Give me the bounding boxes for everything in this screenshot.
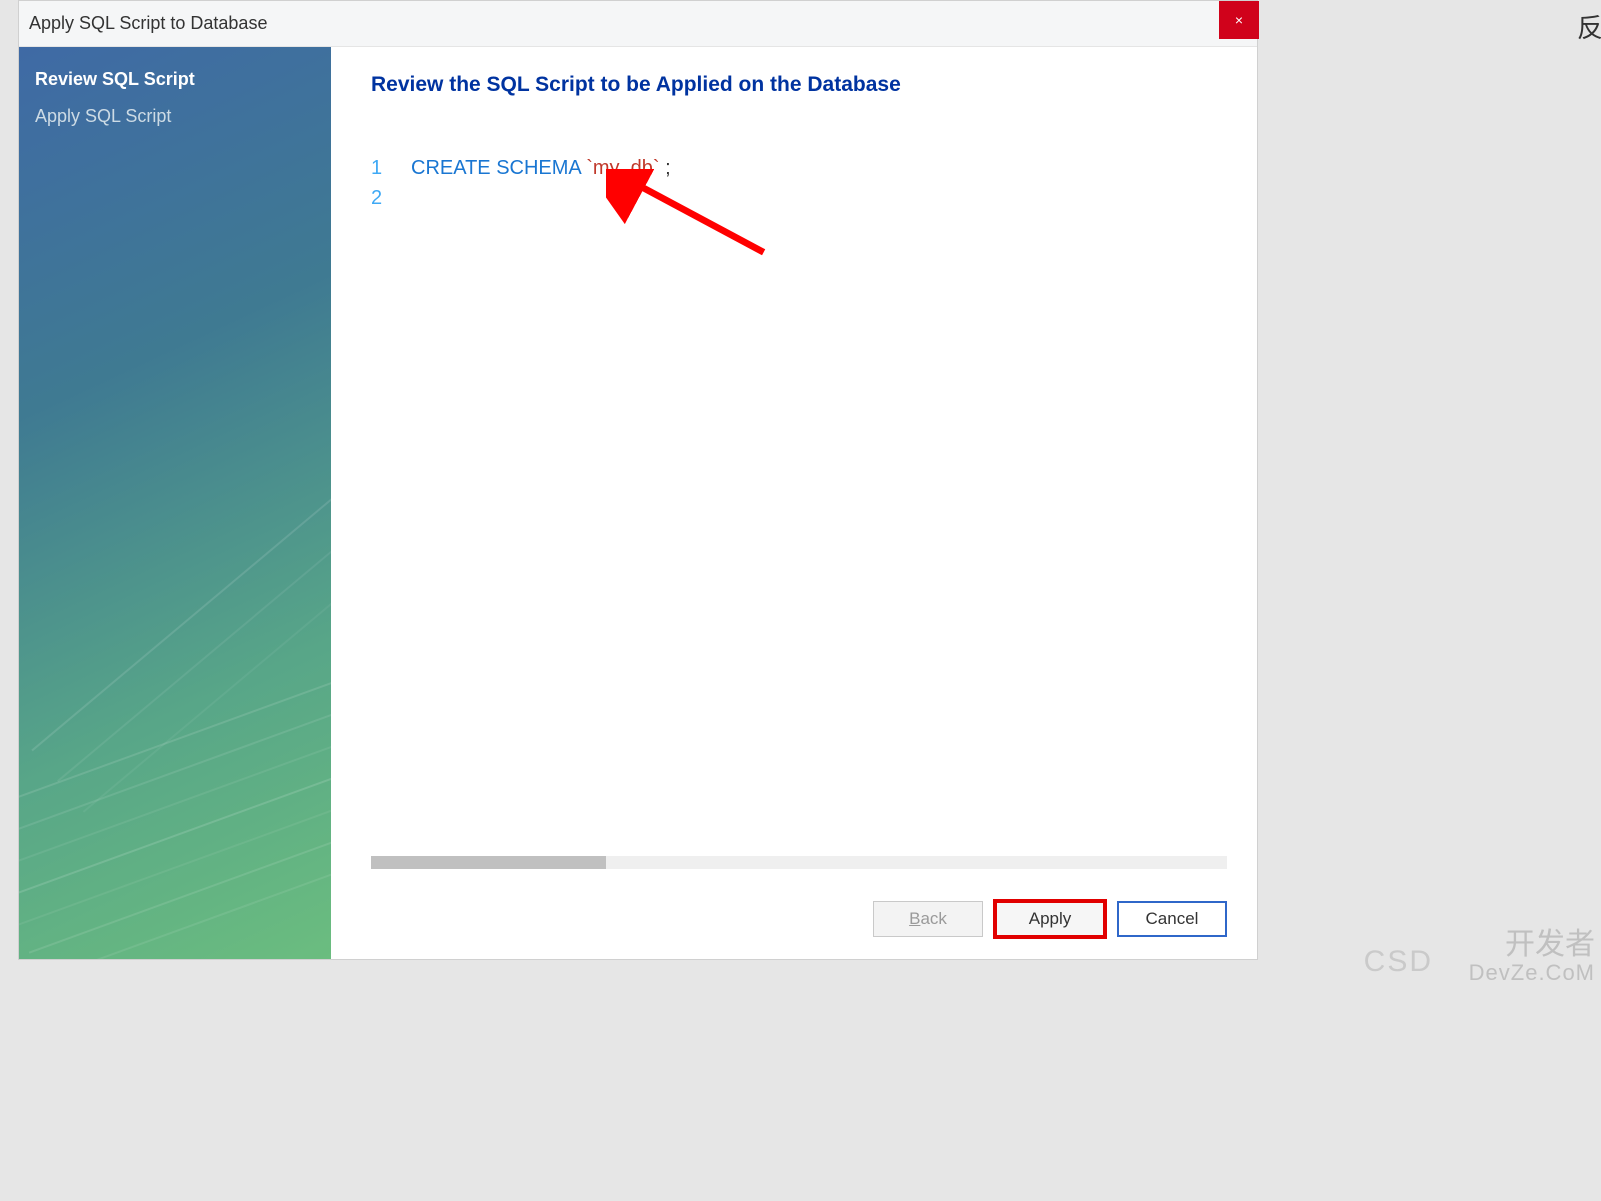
dialog-body: Review SQL Script Apply SQL Script Revie… bbox=[19, 47, 1257, 959]
sidebar-item-label: Apply SQL Script bbox=[35, 106, 171, 126]
code-content: CREATE SCHEMA `my_db` ; bbox=[411, 153, 671, 183]
button-row: Back Apply Cancel bbox=[371, 869, 1227, 949]
wizard-sidebar: Review SQL Script Apply SQL Script bbox=[19, 47, 331, 959]
watermark-csd: CSD bbox=[1364, 945, 1433, 979]
line-number: 1 bbox=[371, 153, 411, 183]
sidebar-item-apply-sql[interactable]: Apply SQL Script bbox=[19, 98, 331, 135]
main-heading: Review the SQL Script to be Applied on t… bbox=[371, 73, 1227, 97]
sidebar-item-label: Review SQL Script bbox=[35, 69, 195, 89]
code-line: 1CREATE SCHEMA `my_db` ; bbox=[371, 153, 1227, 183]
main-panel: Review the SQL Script to be Applied on t… bbox=[331, 47, 1257, 959]
close-icon: × bbox=[1235, 12, 1243, 28]
dialog-title: Apply SQL Script to Database bbox=[29, 13, 267, 34]
watermark: 开发者 DevZe.CoM bbox=[1469, 928, 1595, 985]
apply-sql-dialog: Apply SQL Script to Database × Review SQ… bbox=[18, 0, 1258, 960]
back-button: Back bbox=[873, 901, 983, 937]
apply-button-label: Apply bbox=[1029, 909, 1072, 929]
watermark-line1: 开发者 bbox=[1505, 928, 1595, 961]
cropped-background-text: 反 bbox=[1577, 8, 1601, 45]
cancel-button-label: Cancel bbox=[1146, 909, 1199, 929]
scrollbar-thumb[interactable] bbox=[371, 856, 606, 869]
sql-editor[interactable]: 1CREATE SCHEMA `my_db` ;2 bbox=[371, 153, 1227, 850]
sidebar-item-review-sql[interactable]: Review SQL Script bbox=[19, 61, 331, 98]
code-line: 2 bbox=[371, 183, 1227, 213]
back-button-label: Back bbox=[909, 909, 947, 929]
line-number: 2 bbox=[371, 183, 411, 213]
cancel-button[interactable]: Cancel bbox=[1117, 901, 1227, 937]
watermark-line2: DevZe.CoM bbox=[1469, 961, 1595, 985]
dialog-titlebar: Apply SQL Script to Database × bbox=[19, 1, 1257, 47]
close-button[interactable]: × bbox=[1219, 1, 1259, 39]
horizontal-scrollbar[interactable] bbox=[371, 856, 1227, 869]
apply-button[interactable]: Apply bbox=[995, 901, 1105, 937]
